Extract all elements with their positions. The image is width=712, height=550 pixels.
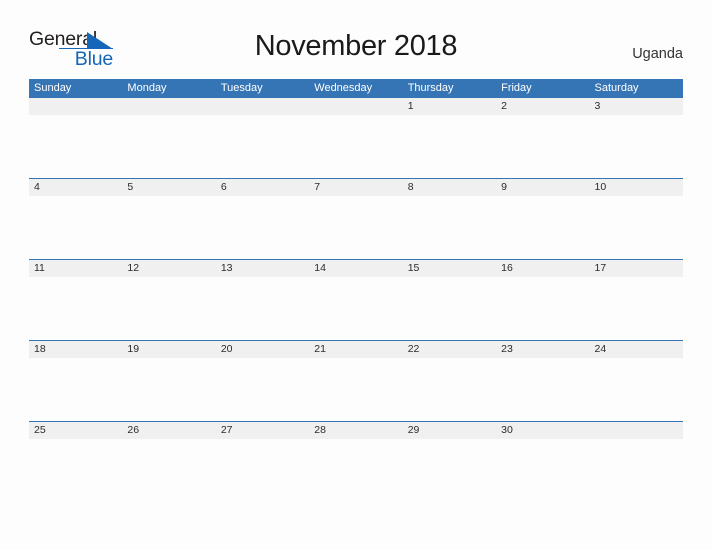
day-cell[interactable]: 6 [216, 179, 309, 196]
day-note-cell[interactable] [309, 115, 402, 178]
weekday-tuesday: Tuesday [220, 82, 263, 94]
day-note-cell[interactable] [496, 196, 589, 259]
weekday-header-row: Sunday Monday Tuesday Wednesday Thursday… [29, 79, 683, 97]
day-note-cell[interactable] [122, 115, 215, 178]
day-cell[interactable]: 15 [403, 260, 496, 277]
day-note-cell[interactable] [496, 277, 589, 340]
day-cell[interactable]: 2 [496, 98, 589, 115]
week-date-band: 18 19 20 21 22 23 24 [29, 341, 683, 358]
day-note-cell[interactable] [590, 277, 683, 340]
week-date-band: 11 12 13 14 15 16 17 [29, 260, 683, 277]
day-cell[interactable]: 28 [309, 422, 402, 439]
week-date-band: 1 2 3 [29, 98, 683, 115]
day-note-cell[interactable] [29, 196, 122, 259]
day-note-cell[interactable] [216, 115, 309, 178]
weekday-friday: Friday [501, 82, 532, 94]
week-date-band: 4 5 6 7 8 9 10 [29, 179, 683, 196]
day-note-cell[interactable] [403, 439, 496, 502]
day-cell[interactable]: 12 [122, 260, 215, 277]
day-cell[interactable] [590, 422, 683, 439]
day-cell[interactable]: 8 [403, 179, 496, 196]
day-cell[interactable]: 23 [496, 341, 589, 358]
day-note-cell[interactable] [216, 439, 309, 502]
day-note-cell[interactable] [122, 439, 215, 502]
day-note-cell[interactable] [29, 115, 122, 178]
week-row: 1 2 3 [29, 97, 683, 178]
day-note-cell[interactable] [216, 358, 309, 421]
day-note-cell[interactable] [216, 277, 309, 340]
day-cell[interactable]: 4 [29, 179, 122, 196]
week-row: 18 19 20 21 22 23 24 [29, 340, 683, 421]
day-cell[interactable]: 13 [216, 260, 309, 277]
calendar-grid: Sunday Monday Tuesday Wednesday Thursday… [29, 79, 683, 502]
week-note-area [29, 439, 683, 502]
weekday-saturday: Saturday [594, 82, 639, 94]
day-note-cell[interactable] [590, 115, 683, 178]
week-note-area [29, 115, 683, 178]
day-cell[interactable]: 18 [29, 341, 122, 358]
day-cell[interactable] [309, 98, 402, 115]
weekday-monday: Monday [127, 82, 167, 94]
calendar-page: General Blue November 2018 Uganda Sunday… [0, 0, 712, 550]
day-cell[interactable]: 11 [29, 260, 122, 277]
day-note-cell[interactable] [309, 439, 402, 502]
weekday-wednesday: Wednesday [314, 82, 373, 94]
day-note-cell[interactable] [122, 358, 215, 421]
week-row: 25 26 27 28 29 30 [29, 421, 683, 502]
weekday-sunday: Sunday [34, 82, 72, 94]
day-note-cell[interactable] [309, 196, 402, 259]
week-note-area [29, 277, 683, 340]
day-note-cell[interactable] [403, 277, 496, 340]
week-note-area [29, 196, 683, 259]
day-cell[interactable]: 3 [590, 98, 683, 115]
day-cell[interactable]: 19 [122, 341, 215, 358]
day-note-cell[interactable] [590, 358, 683, 421]
day-note-cell[interactable] [590, 196, 683, 259]
day-note-cell[interactable] [403, 115, 496, 178]
day-note-cell[interactable] [122, 196, 215, 259]
day-cell[interactable]: 16 [496, 260, 589, 277]
day-cell[interactable]: 20 [216, 341, 309, 358]
day-cell[interactable]: 22 [403, 341, 496, 358]
day-cell[interactable]: 10 [590, 179, 683, 196]
day-cell[interactable]: 27 [216, 422, 309, 439]
day-note-cell[interactable] [403, 196, 496, 259]
day-cell[interactable]: 7 [309, 179, 402, 196]
day-cell[interactable]: 9 [496, 179, 589, 196]
day-note-cell[interactable] [403, 358, 496, 421]
day-cell[interactable]: 29 [403, 422, 496, 439]
day-note-cell[interactable] [590, 439, 683, 502]
day-note-cell[interactable] [496, 358, 589, 421]
day-note-cell[interactable] [216, 196, 309, 259]
day-note-cell[interactable] [29, 439, 122, 502]
day-cell[interactable] [216, 98, 309, 115]
day-cell[interactable]: 1 [403, 98, 496, 115]
day-cell[interactable] [122, 98, 215, 115]
page-header: General Blue November 2018 Uganda [0, 0, 712, 72]
day-cell[interactable]: 24 [590, 341, 683, 358]
day-cell[interactable]: 5 [122, 179, 215, 196]
week-row: 11 12 13 14 15 16 17 [29, 259, 683, 340]
week-row: 4 5 6 7 8 9 10 [29, 178, 683, 259]
day-note-cell[interactable] [496, 115, 589, 178]
day-cell[interactable] [29, 98, 122, 115]
day-note-cell[interactable] [496, 439, 589, 502]
day-note-cell[interactable] [122, 277, 215, 340]
day-cell[interactable]: 17 [590, 260, 683, 277]
day-cell[interactable]: 21 [309, 341, 402, 358]
day-note-cell[interactable] [309, 358, 402, 421]
day-cell[interactable]: 30 [496, 422, 589, 439]
region-label: Uganda [632, 46, 683, 62]
week-note-area [29, 358, 683, 421]
weekday-thursday: Thursday [407, 82, 454, 94]
day-note-cell[interactable] [29, 358, 122, 421]
day-note-cell[interactable] [309, 277, 402, 340]
page-title: November 2018 [254, 30, 458, 62]
day-cell[interactable]: 26 [122, 422, 215, 439]
week-date-band: 25 26 27 28 29 30 [29, 422, 683, 439]
day-cell[interactable]: 25 [29, 422, 122, 439]
day-note-cell[interactable] [29, 277, 122, 340]
day-cell[interactable]: 14 [309, 260, 402, 277]
